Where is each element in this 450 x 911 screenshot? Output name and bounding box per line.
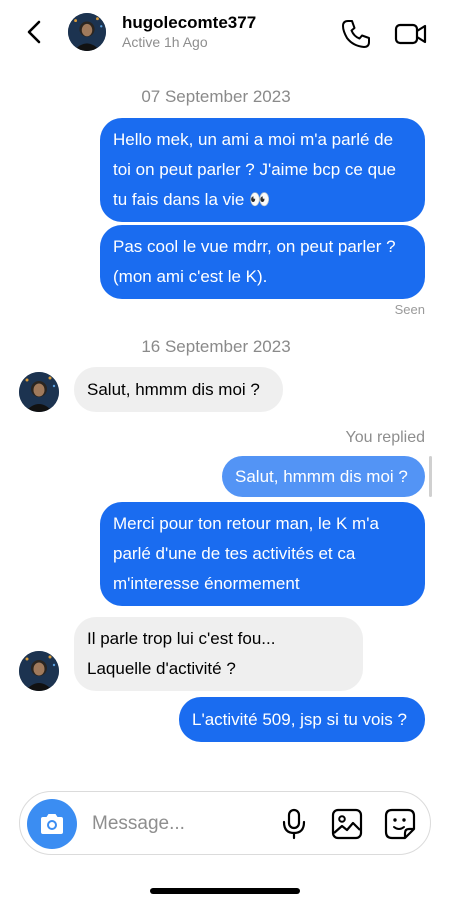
profile-photo-icon bbox=[19, 372, 59, 412]
message-line: Salut, hmmm dis moi ? bbox=[235, 467, 408, 486]
reply-quote[interactable]: Salut, hmmm dis moi ? bbox=[222, 456, 425, 497]
chat-username[interactable]: hugolecomte377 bbox=[122, 13, 256, 33]
seen-indicator: Seen bbox=[394, 302, 425, 317]
message-line: Hello mek, un ami a moi m'a parlé de bbox=[113, 130, 394, 149]
call-button[interactable] bbox=[340, 18, 372, 50]
video-call-button[interactable] bbox=[394, 18, 428, 50]
incoming-message[interactable]: Il parle trop lui c'est fou... Laquelle … bbox=[74, 617, 363, 691]
incoming-message[interactable]: Salut, hmmm dis moi ? bbox=[74, 367, 283, 412]
chat-header: hugolecomte377 Active 1h Ago bbox=[0, 0, 450, 66]
chevron-left-icon bbox=[27, 20, 41, 44]
camera-button[interactable] bbox=[27, 799, 77, 849]
message-line: parlé d'une de tes activités et ca bbox=[113, 544, 356, 563]
message-line: toi on peut parler ? J'aime bcp ce que bbox=[113, 160, 396, 179]
sender-avatar[interactable] bbox=[19, 372, 59, 412]
camera-icon bbox=[41, 814, 63, 834]
voice-message-button[interactable] bbox=[278, 808, 310, 840]
sticker-icon bbox=[384, 808, 416, 840]
message-line: Pas cool le vue mdrr, on peut parler ? bbox=[113, 237, 396, 256]
outgoing-message[interactable]: Pas cool le vue mdrr, on peut parler ? (… bbox=[100, 225, 425, 299]
home-indicator bbox=[150, 888, 300, 894]
message-line: m'interesse énormement bbox=[113, 574, 300, 593]
date-separator: 07 September 2023 bbox=[141, 87, 291, 106]
back-button[interactable] bbox=[20, 18, 48, 46]
profile-photo-icon bbox=[19, 651, 59, 691]
reply-indicator-bar bbox=[429, 456, 432, 497]
phone-icon bbox=[342, 20, 370, 48]
message-line: L'activité 509, jsp si tu vois ? bbox=[192, 710, 407, 729]
profile-photo-icon bbox=[68, 13, 106, 51]
active-status: Active 1h Ago bbox=[122, 34, 208, 50]
message-composer bbox=[19, 791, 431, 855]
image-icon bbox=[331, 808, 363, 840]
microphone-icon bbox=[282, 808, 306, 840]
sender-avatar[interactable] bbox=[19, 651, 59, 691]
message-line: Salut, hmmm dis moi ? bbox=[87, 380, 260, 399]
message-line: Merci pour ton retour man, le K m'a bbox=[113, 514, 379, 533]
message-line: Laquelle d'activité ? bbox=[87, 659, 236, 678]
avatar[interactable] bbox=[68, 13, 106, 51]
message-line: (mon ami c'est le K). bbox=[113, 267, 268, 286]
outgoing-message[interactable]: Hello mek, un ami a moi m'a parlé de toi… bbox=[100, 118, 425, 222]
date-separator: 16 September 2023 bbox=[141, 337, 291, 356]
message-line: Il parle trop lui c'est fou... bbox=[87, 629, 276, 648]
gallery-button[interactable] bbox=[331, 808, 363, 840]
outgoing-message[interactable]: L'activité 509, jsp si tu vois ? bbox=[179, 697, 425, 742]
replied-label: You replied bbox=[345, 429, 425, 446]
message-input[interactable] bbox=[92, 808, 262, 840]
sticker-button[interactable] bbox=[384, 808, 416, 840]
message-line: tu fais dans la vie 👀 bbox=[113, 190, 271, 209]
video-camera-icon bbox=[394, 23, 427, 45]
outgoing-message[interactable]: Merci pour ton retour man, le K m'a parl… bbox=[100, 502, 425, 606]
